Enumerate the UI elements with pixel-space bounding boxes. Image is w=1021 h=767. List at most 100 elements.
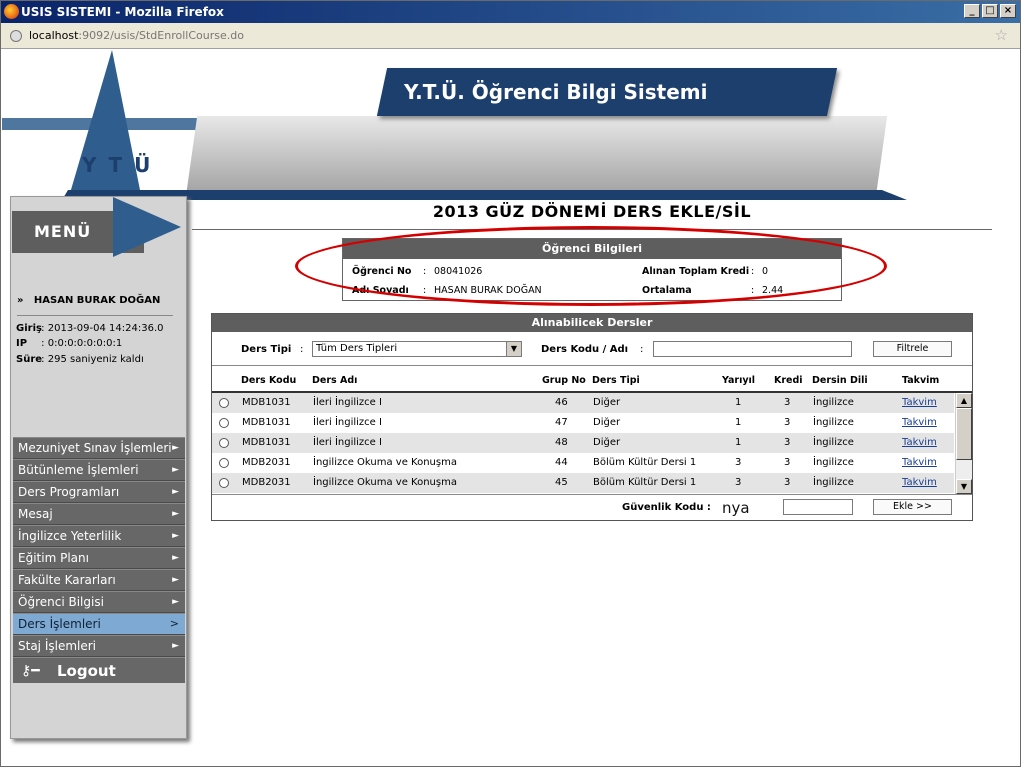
- col-header-calendar: Takvim: [902, 375, 940, 386]
- col-header-term: Yarıyıl: [722, 375, 756, 386]
- menu-item-mezuniyet[interactable]: Mezuniyet Sınav İşlemleri ►: [13, 437, 185, 459]
- calendar-link[interactable]: Takvim: [902, 473, 937, 493]
- campus-photo: [186, 116, 888, 190]
- menu-item-ders-islemleri[interactable]: Ders İşlemleri >: [13, 613, 185, 635]
- chevron-right-icon: ►: [172, 641, 179, 651]
- table-row[interactable]: MDB1031 İleri İngilizce I 46 Diğer 1 3 İ…: [212, 393, 954, 413]
- login-info: Giriş : 2013-09-04 14:24:36.0: [16, 323, 164, 334]
- courses-box: Alınabilicek Dersler Ders Tipi : Tüm Der…: [211, 313, 973, 521]
- url-text[interactable]: localhost:9092/usis/StdEnrollCourse.do: [29, 28, 244, 44]
- col-header-name: Ders Adı: [312, 375, 358, 386]
- cell-code: MDB1031: [242, 417, 291, 428]
- key-icon: ⚷━: [21, 663, 40, 679]
- colon: :: [300, 344, 304, 355]
- address-bar[interactable]: localhost:9092/usis/StdEnrollCourse.do ☆: [1, 23, 1020, 49]
- col-header-type: Ders Tipi: [592, 375, 640, 386]
- cell-group: 45: [555, 477, 568, 488]
- cell-lang: İngilizce: [813, 417, 854, 428]
- logout-button[interactable]: ⚷━ Logout: [13, 657, 185, 683]
- cell-term: 1: [735, 437, 742, 448]
- menu-item-ingilizce[interactable]: İngilizce Yeterlilik ►: [13, 525, 185, 547]
- col-header-credit: Kredi: [774, 375, 803, 386]
- select-radio[interactable]: [219, 438, 229, 448]
- add-button[interactable]: Ekle >>: [873, 499, 952, 515]
- cell-name: İngilizce Okuma ve Konuşma: [313, 477, 457, 488]
- table-row[interactable]: MDB2031 İngilizce Okuma ve Konuşma 44 Bö…: [212, 453, 954, 473]
- minimize-icon[interactable]: _: [964, 4, 980, 18]
- cell-lang: İngilizce: [813, 457, 854, 468]
- chevron-right-icon: >: [169, 617, 179, 630]
- cell-credit: 3: [784, 477, 791, 488]
- cell-lang: İngilizce: [813, 477, 854, 488]
- chevron-right-icon: ►: [172, 575, 179, 585]
- menu-item-ogrenci-bilgisi[interactable]: Öğrenci Bilgisi ►: [13, 591, 185, 613]
- cell-code: MDB1031: [242, 397, 291, 408]
- cell-term: 1: [735, 397, 742, 408]
- cell-term: 1: [735, 417, 742, 428]
- course-code-input[interactable]: [653, 341, 852, 357]
- page-title: 2013 GÜZ DÖNEMİ DERS EKLE/SİL: [432, 202, 752, 221]
- security-code-input[interactable]: [783, 499, 853, 515]
- scroll-down-icon[interactable]: ▼: [956, 479, 972, 494]
- site-identity-icon[interactable]: [10, 30, 22, 42]
- chevron-right-icon: ►: [172, 465, 179, 475]
- cell-code: MDB2031: [242, 477, 291, 488]
- page-content: Y.T.Ü. Öğrenci Bilgi Sistemi YTÜ MENÜ » …: [2, 50, 1019, 766]
- cell-name: İleri İngilizce I: [313, 417, 382, 428]
- calendar-link[interactable]: Takvim: [902, 413, 937, 433]
- calendar-link[interactable]: Takvim: [902, 453, 937, 473]
- menu-item-butunleme[interactable]: Bütünleme İşlemleri ►: [13, 459, 185, 481]
- bookmark-star-icon[interactable]: ☆: [995, 26, 1008, 44]
- cell-type: Diğer: [593, 417, 621, 428]
- cell-group: 44: [555, 457, 568, 468]
- maximize-icon[interactable]: □: [982, 4, 998, 18]
- chevron-right-icon: ►: [172, 553, 179, 563]
- ip-info: IP : 0:0:0:0:0:0:0:1: [16, 338, 123, 349]
- menu-arrow-icon: [113, 197, 181, 257]
- calendar-link[interactable]: Takvim: [902, 433, 937, 453]
- menu-list: Mezuniyet Sınav İşlemleri ► Bütünleme İşl…: [13, 437, 185, 683]
- cell-term: 3: [735, 457, 742, 468]
- cell-credit: 3: [784, 437, 791, 448]
- divider: [17, 315, 173, 316]
- table-row[interactable]: MDB1031 İleri İngilizce I 48 Diğer 1 3 İ…: [212, 433, 954, 453]
- select-radio[interactable]: [219, 418, 229, 428]
- table-row[interactable]: MDB2031 İngilizce Okuma ve Konuşma 45 Bö…: [212, 473, 954, 493]
- chevron-right-icon: ►: [172, 531, 179, 541]
- menu-item-egitim-plani[interactable]: Eğitim Planı ►: [13, 547, 185, 569]
- menu-item-mesaj[interactable]: Mesaj ►: [13, 503, 185, 525]
- scroll-up-icon[interactable]: ▲: [956, 393, 972, 408]
- chevron-right-icon: ►: [172, 487, 179, 497]
- calendar-link[interactable]: Takvim: [902, 393, 937, 413]
- select-radio[interactable]: [219, 478, 229, 488]
- menu-item-fakulte[interactable]: Fakülte Kararları ►: [13, 569, 185, 591]
- courses-header: Alınabilicek Dersler: [212, 314, 972, 332]
- select-radio[interactable]: [219, 458, 229, 468]
- cell-term: 3: [735, 477, 742, 488]
- course-code-label: Ders Kodu / Adı: [541, 344, 629, 355]
- chevron-down-icon[interactable]: ▼: [506, 342, 521, 356]
- cell-type: Bölüm Kültür Dersi 1: [593, 477, 697, 488]
- menu-item-staj[interactable]: Staj İşlemleri ►: [13, 635, 185, 657]
- col-header-lang: Dersin Dili: [812, 375, 868, 386]
- user-name: » HASAN BURAK DOĞAN: [17, 295, 161, 306]
- col-header-code: Ders Kodu: [241, 375, 297, 386]
- cell-group: 47: [555, 417, 568, 428]
- cell-group: 46: [555, 397, 568, 408]
- menu-item-ders-programlari[interactable]: Ders Programları ►: [13, 481, 185, 503]
- highlight-oval: [295, 226, 887, 306]
- window-title: USIS SISTEMI - Mozilla Firefox: [21, 5, 224, 19]
- table-row[interactable]: MDB1031 İleri İngilizce I 47 Diğer 1 3 İ…: [212, 413, 954, 433]
- cell-name: İleri İngilizce I: [313, 437, 382, 448]
- window-titlebar: USIS SISTEMI - Mozilla Firefox _ □ ×: [1, 1, 1020, 23]
- course-type-select[interactable]: Tüm Ders Tipleri ▼: [312, 341, 522, 357]
- table-scrollbar[interactable]: ▲ ▼: [955, 393, 972, 494]
- select-radio[interactable]: [219, 398, 229, 408]
- scroll-thumb[interactable]: [956, 408, 972, 460]
- system-title: Y.T.Ü. Öğrenci Bilgi Sistemi: [376, 68, 838, 116]
- firefox-icon: [4, 4, 19, 19]
- close-icon[interactable]: ×: [1000, 4, 1016, 18]
- sidebar: MENÜ » HASAN BURAK DOĞAN Giriş : 2013-09…: [10, 196, 187, 739]
- captcha-image: nya: [722, 499, 750, 517]
- filter-button[interactable]: Filtrele: [873, 341, 952, 357]
